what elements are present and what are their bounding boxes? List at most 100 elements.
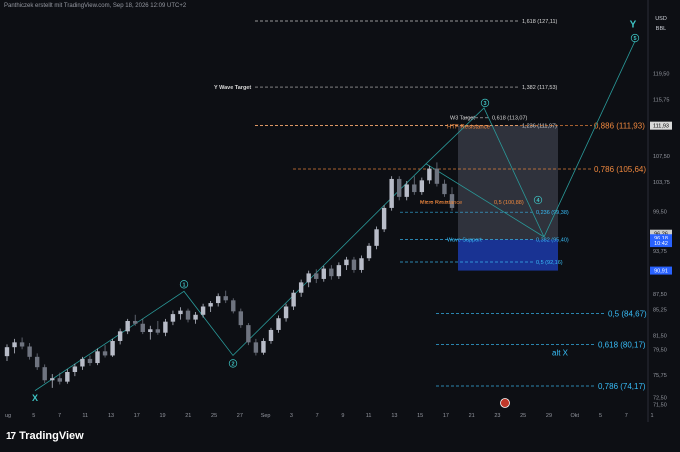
x-axis-tick-label: 9 bbox=[341, 413, 344, 419]
candle-body bbox=[351, 259, 357, 270]
candle-body bbox=[397, 178, 402, 197]
price-chart[interactable]: 1,618 (127,11) 1,382 (117,53) 0,618 (113,0… bbox=[0, 0, 680, 422]
candle-body bbox=[110, 340, 115, 356]
candle-body bbox=[223, 296, 228, 301]
x-axis-tick-label: 13 bbox=[391, 413, 397, 419]
candle bbox=[381, 205, 387, 233]
wave-label: 1 bbox=[182, 282, 185, 288]
candle-body bbox=[200, 306, 206, 315]
tradingview-brand[interactable]: 17 TradingView bbox=[6, 430, 84, 442]
candle-body bbox=[208, 303, 213, 307]
candle-body bbox=[50, 378, 55, 381]
brand-name: TradingView bbox=[19, 430, 84, 442]
x-axis-tick-label: 17 bbox=[443, 413, 449, 419]
candle-body bbox=[329, 268, 334, 277]
x-axis-tick-label: 27 bbox=[237, 413, 243, 419]
candle-body bbox=[57, 378, 62, 382]
wave-label: X bbox=[32, 393, 38, 403]
y-axis-tick-label: 85,25 bbox=[653, 308, 667, 314]
candle-body bbox=[193, 314, 198, 320]
x-axis-tick-label: Sep bbox=[261, 413, 271, 419]
candle-body bbox=[321, 268, 326, 279]
fib-level-label: 0,236 (99,38) bbox=[536, 210, 569, 216]
fib-level-label: 0,382 (95,40) bbox=[536, 238, 569, 244]
candle-body bbox=[178, 310, 183, 315]
candle-body bbox=[163, 321, 168, 333]
y-axis-tick-label: 107,50 bbox=[653, 154, 670, 160]
wave-label: Y bbox=[630, 20, 637, 31]
x-axis-tick-label: 5 bbox=[599, 413, 602, 419]
price-badge-label: 10:42 bbox=[654, 241, 668, 247]
candle-body bbox=[231, 300, 236, 312]
unit-label: BBL bbox=[655, 26, 667, 32]
candle-body bbox=[381, 207, 387, 230]
y-axis-tick-label: 72,50 bbox=[653, 396, 667, 402]
y-axis-tick-label: 103,75 bbox=[653, 180, 670, 186]
annotation-label: Micro Resistance bbox=[420, 200, 462, 206]
candle-body bbox=[374, 229, 379, 246]
x-axis-tick-label: 5 bbox=[32, 413, 35, 419]
candle-body bbox=[442, 183, 447, 195]
candle-body bbox=[95, 351, 100, 364]
candle bbox=[397, 176, 402, 201]
candle-body bbox=[298, 282, 304, 293]
y-axis-tick-label: 75,75 bbox=[653, 373, 667, 379]
candle-body bbox=[155, 329, 161, 333]
candle bbox=[110, 338, 115, 357]
candle-body bbox=[404, 184, 409, 197]
candle-body bbox=[215, 296, 221, 304]
fib-level-label: 0,618 (80,17) bbox=[598, 340, 646, 349]
candle-body bbox=[185, 310, 191, 320]
candle-body bbox=[19, 342, 25, 347]
x-axis-tick-label: Okt bbox=[570, 413, 579, 419]
candle-body bbox=[80, 358, 85, 367]
x-axis-tick-label: 17 bbox=[134, 413, 140, 419]
candle-body bbox=[276, 318, 281, 330]
target-zone-blue bbox=[458, 239, 558, 271]
candle-body bbox=[34, 356, 40, 368]
x-axis-tick-label: 23 bbox=[494, 413, 500, 419]
y-axis-tick-label: 71,50 bbox=[653, 402, 667, 408]
currency-selector[interactable]: USD BBL bbox=[650, 14, 672, 34]
fib-level-label: 1,236 (111,97) bbox=[522, 123, 557, 129]
candle-body bbox=[427, 168, 432, 181]
x-axis-tick-label: 3 bbox=[290, 413, 293, 419]
annotation-label: Y Wave Target bbox=[214, 85, 251, 91]
wave-label: 5 bbox=[633, 36, 636, 42]
candle-body bbox=[253, 342, 259, 353]
candle bbox=[246, 323, 251, 346]
y-axis-tick-label: 79,50 bbox=[653, 347, 667, 353]
annotation-label: alt X bbox=[552, 348, 569, 357]
candle-body bbox=[389, 178, 394, 208]
fib-level-label: 0,5 (100,88) bbox=[494, 200, 524, 206]
fib-level-label: 1,618 (127,11) bbox=[522, 19, 558, 25]
fib-level-label: 1,382 (117,53) bbox=[522, 85, 558, 91]
x-axis-tick-label: 11 bbox=[366, 413, 372, 419]
candle-body bbox=[246, 325, 251, 343]
fib-level-label: 0,786 (74,17) bbox=[598, 382, 646, 391]
y-axis-tick-label: 87,50 bbox=[653, 292, 667, 298]
candle-body bbox=[283, 306, 289, 319]
candle-body bbox=[102, 351, 108, 356]
fib-level-label: 0,618 (113,07) bbox=[492, 116, 528, 122]
candle-body bbox=[238, 311, 244, 326]
candle-body bbox=[117, 331, 123, 341]
annotation-label: W3 Target bbox=[450, 116, 475, 122]
fib-level-label: 0,5 (84,67) bbox=[608, 309, 647, 318]
candle-body bbox=[170, 314, 176, 322]
wave-label: 3 bbox=[483, 101, 486, 107]
candle-body bbox=[12, 342, 17, 348]
x-axis-tick-label: 1 bbox=[650, 413, 653, 419]
x-axis-tick-label: 25 bbox=[211, 413, 217, 419]
candle-body bbox=[133, 320, 138, 324]
event-flag-icon[interactable] bbox=[500, 398, 510, 408]
fib-level-label: 0,5 (92,16) bbox=[536, 260, 563, 266]
candle-body bbox=[412, 184, 417, 193]
target-zone-gray bbox=[458, 125, 558, 240]
y-axis-tick-label: 99,50 bbox=[653, 209, 667, 215]
candle-body bbox=[359, 258, 364, 270]
candle-body bbox=[65, 372, 70, 382]
x-axis-tick-label: ug bbox=[5, 413, 11, 419]
x-axis-tick-label: 29 bbox=[546, 413, 552, 419]
candle-body bbox=[419, 180, 425, 193]
